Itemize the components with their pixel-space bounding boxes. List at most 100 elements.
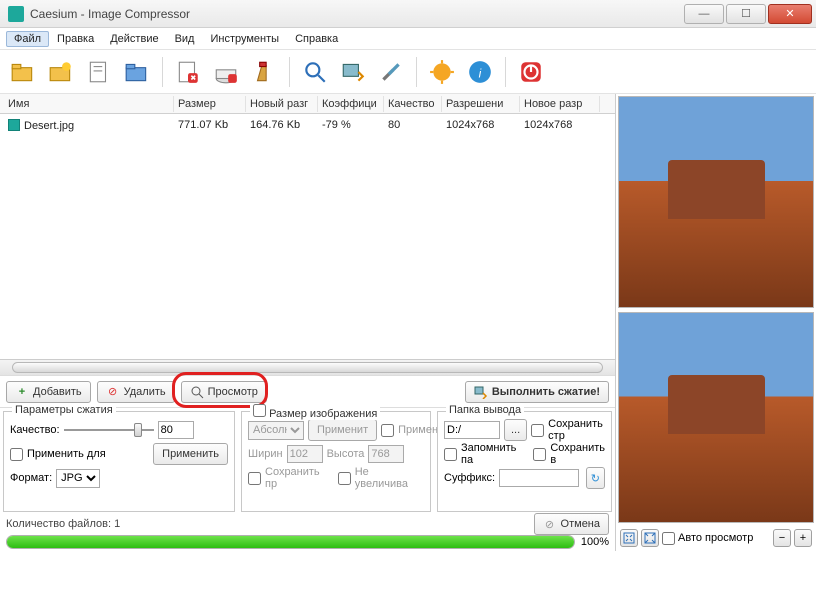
compression-group: Параметры сжатия Качество: Применить для… bbox=[3, 411, 235, 512]
title-bar: Caesium - Image Compressor — ☐ ✕ bbox=[0, 0, 816, 28]
suffix-input[interactable] bbox=[499, 469, 579, 487]
format-select[interactable]: JPG bbox=[56, 469, 100, 488]
col-size[interactable]: Размер bbox=[174, 96, 246, 112]
resize-group: Размер изображения Абсолн Применит Приме… bbox=[241, 411, 431, 512]
output-title: Папка вывода bbox=[446, 404, 524, 416]
apply-button[interactable]: Применить bbox=[153, 443, 228, 465]
cell-size: 771.07 Kb bbox=[174, 117, 246, 133]
remove-item-icon[interactable] bbox=[171, 55, 205, 89]
menu-tools[interactable]: Инструменты bbox=[202, 31, 287, 47]
toolbar: i bbox=[0, 50, 816, 94]
open-file-icon[interactable] bbox=[6, 55, 40, 89]
compression-title: Параметры сжатия bbox=[12, 404, 116, 416]
cancel-icon: ⊘ bbox=[543, 517, 557, 531]
quality-input[interactable] bbox=[158, 421, 194, 439]
refresh-icon: ↻ bbox=[591, 472, 600, 485]
reset-suffix-button[interactable]: ↻ bbox=[586, 467, 605, 489]
progress-bar bbox=[6, 535, 575, 549]
col-ratio[interactable]: Коэффици bbox=[318, 96, 384, 112]
window-title: Caesium - Image Compressor bbox=[30, 7, 684, 21]
col-quality[interactable]: Качество bbox=[384, 96, 442, 112]
browse-button[interactable]: ... bbox=[504, 419, 527, 441]
resize-apply-button[interactable]: Применит bbox=[308, 419, 377, 441]
actual-size-icon[interactable] bbox=[641, 529, 659, 547]
table-header: Имя Размер Новый разг Коэффици Качество … bbox=[0, 94, 615, 114]
status-bar: Количество файлов: 1 ⊘Отмена bbox=[0, 515, 615, 533]
cell-ratio: -79 % bbox=[318, 117, 384, 133]
apply-all-checkbox[interactable] bbox=[10, 448, 23, 461]
cancel-button[interactable]: ⊘Отмена bbox=[534, 513, 609, 535]
menu-view[interactable]: Вид bbox=[167, 31, 203, 47]
quality-label: Качество: bbox=[10, 424, 60, 436]
height-label: Высота bbox=[327, 448, 365, 460]
file-count: 1 bbox=[114, 518, 120, 530]
width-label: Ширин bbox=[248, 448, 283, 460]
resize-apply-checkbox[interactable] bbox=[381, 424, 394, 437]
info-icon[interactable]: i bbox=[463, 55, 497, 89]
col-res[interactable]: Разрешени bbox=[442, 96, 520, 112]
col-newsize[interactable]: Новый разг bbox=[246, 96, 318, 112]
apply-all-label: Применить для bbox=[27, 448, 106, 460]
preview-pane: Авто просмотр − + bbox=[616, 94, 816, 551]
cell-res: 1024x768 bbox=[442, 117, 520, 133]
table-row[interactable]: Desert.jpg 771.07 Kb 164.76 Kb -79 % 80 … bbox=[0, 114, 615, 136]
col-newres[interactable]: Новое разр bbox=[520, 96, 600, 112]
format-label: Формат: bbox=[10, 472, 52, 484]
update-icon[interactable] bbox=[425, 55, 459, 89]
maximize-button[interactable]: ☐ bbox=[726, 4, 766, 24]
keep-ratio-checkbox[interactable] bbox=[248, 472, 261, 485]
width-input[interactable] bbox=[287, 445, 323, 463]
clear-list-icon[interactable] bbox=[247, 55, 281, 89]
quality-slider[interactable] bbox=[64, 423, 154, 437]
open-list-icon[interactable] bbox=[82, 55, 116, 89]
resize-title: Размер изображения bbox=[269, 408, 377, 420]
close-button[interactable]: ✕ bbox=[768, 4, 812, 24]
magnifier-icon bbox=[190, 385, 204, 399]
file-count-label: Количество файлов: bbox=[6, 518, 111, 530]
resize-enable-checkbox[interactable] bbox=[253, 404, 266, 417]
auto-preview-checkbox[interactable] bbox=[662, 532, 675, 545]
compress-icon[interactable] bbox=[336, 55, 370, 89]
menu-bar: Файл Правка Действие Вид Инструменты Спр… bbox=[0, 28, 816, 50]
col-name[interactable]: Имя bbox=[4, 96, 174, 112]
compress-button[interactable]: Выполнить сжатие! bbox=[465, 381, 609, 403]
save-list-icon[interactable] bbox=[120, 55, 154, 89]
minimize-button[interactable]: — bbox=[684, 4, 724, 24]
preview-icon[interactable] bbox=[298, 55, 332, 89]
file-list[interactable]: Desert.jpg 771.07 Kb 164.76 Kb -79 % 80 … bbox=[0, 114, 615, 359]
settings-icon[interactable] bbox=[374, 55, 408, 89]
exit-icon[interactable] bbox=[514, 55, 548, 89]
menu-edit[interactable]: Правка bbox=[49, 31, 102, 47]
no-enlarge-checkbox[interactable] bbox=[338, 472, 351, 485]
cell-quality: 80 bbox=[384, 117, 442, 133]
progress-percent: 100% bbox=[581, 536, 615, 548]
preview-original[interactable] bbox=[618, 96, 814, 308]
open-folder-icon[interactable] bbox=[44, 55, 78, 89]
zoom-out-icon[interactable]: − bbox=[773, 529, 791, 547]
add-button[interactable]: +Добавить bbox=[6, 381, 91, 403]
preview-controls: Авто просмотр − + bbox=[618, 527, 814, 549]
remove-button[interactable]: ⊘Удалить bbox=[97, 381, 175, 403]
height-input[interactable] bbox=[368, 445, 404, 463]
remove-from-disk-icon[interactable] bbox=[209, 55, 243, 89]
preview-button[interactable]: Просмотр bbox=[181, 381, 267, 403]
output-path-input[interactable] bbox=[444, 421, 500, 439]
app-icon bbox=[8, 6, 24, 22]
remember-path-checkbox[interactable] bbox=[444, 448, 457, 461]
cell-newres: 1024x768 bbox=[520, 117, 600, 133]
cell-newsize: 164.76 Kb bbox=[246, 117, 318, 133]
output-group: Папка вывода ... Сохранить стр Запомнить… bbox=[437, 411, 612, 512]
horizontal-scrollbar[interactable] bbox=[0, 359, 615, 375]
preview-compressed[interactable] bbox=[618, 312, 814, 524]
zoom-in-icon[interactable]: + bbox=[794, 529, 812, 547]
keep-structure-checkbox[interactable] bbox=[531, 424, 544, 437]
menu-action[interactable]: Действие bbox=[102, 31, 166, 47]
compress-action-icon bbox=[474, 385, 488, 399]
file-type-icon bbox=[8, 119, 20, 131]
list-actions: +Добавить ⊘Удалить Просмотр Выполнить сж… bbox=[0, 375, 615, 407]
menu-help[interactable]: Справка bbox=[287, 31, 346, 47]
resize-mode-select[interactable]: Абсолн bbox=[248, 421, 304, 440]
menu-file[interactable]: Файл bbox=[6, 31, 49, 47]
fit-window-icon[interactable] bbox=[620, 529, 638, 547]
save-in-checkbox[interactable] bbox=[533, 448, 546, 461]
